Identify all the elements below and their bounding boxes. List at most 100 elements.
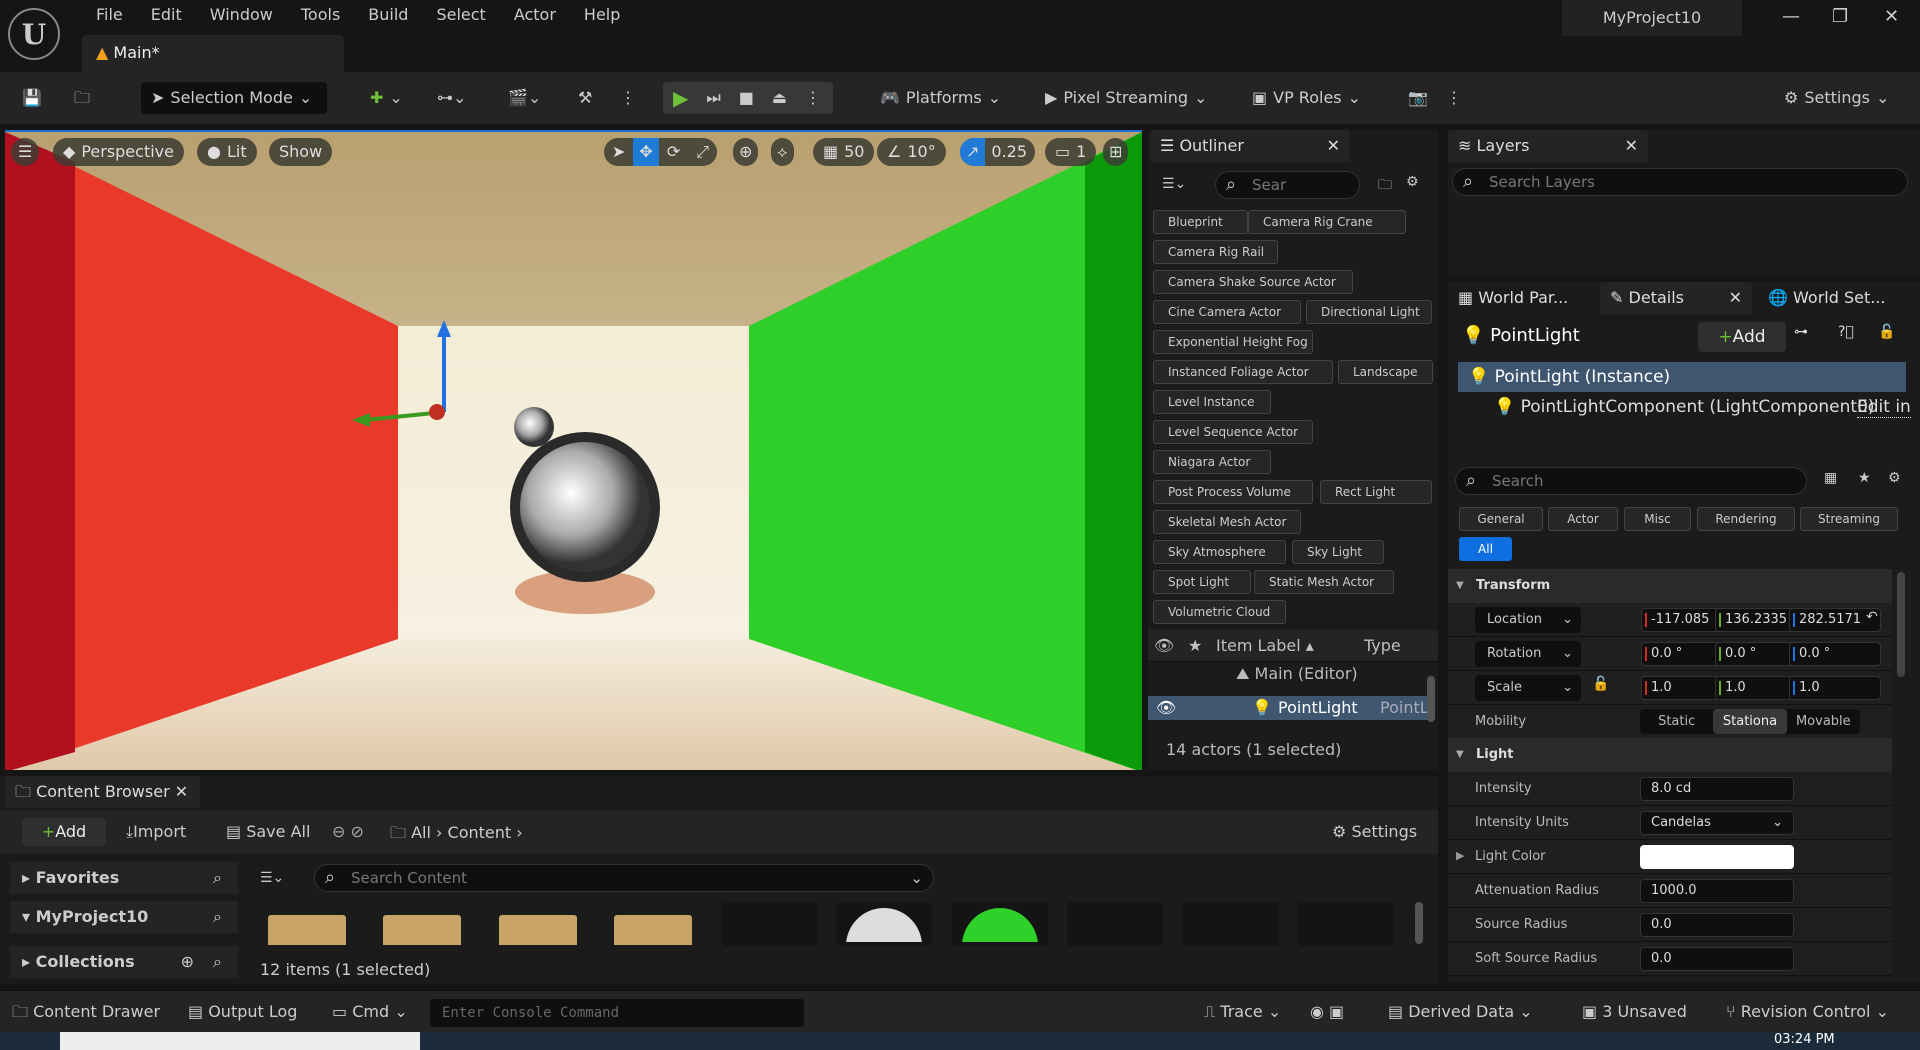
edit-in-link[interactable]: Edit in <box>1857 397 1911 418</box>
restore-icon[interactable]: ❐ <box>1832 6 1848 27</box>
help-icon[interactable]: ?⃝ <box>1838 324 1854 340</box>
menu-help[interactable]: Help <box>570 4 634 26</box>
menu-window[interactable]: Window <box>196 4 287 26</box>
source-radius-input[interactable]: 0.0 <box>1640 913 1794 937</box>
search-icon[interactable]: ⌕ <box>213 946 222 978</box>
breadcrumb-content[interactable]: Content <box>448 823 512 842</box>
visibility-icon[interactable]: 👁 <box>1154 630 1174 662</box>
category-misc[interactable]: Misc <box>1624 507 1691 531</box>
tab-world-partition[interactable]: ▦ World Par... <box>1448 282 1598 314</box>
close-icon[interactable]: ✕ <box>1729 282 1742 314</box>
more-icon[interactable]: ⋮ <box>1446 82 1462 114</box>
category-actor[interactable]: Actor <box>1548 507 1618 531</box>
outliner-filter-chip[interactable]: Sky Light <box>1292 540 1384 564</box>
scale-z[interactable]: 1.0 <box>1789 676 1881 700</box>
grid-snap-button[interactable]: ▦ 50 <box>813 138 875 166</box>
lock-icon[interactable]: 🔓 <box>1878 324 1895 340</box>
rotate-tool-icon[interactable]: ⟳ <box>659 138 688 166</box>
close-icon[interactable]: ✕ <box>175 782 188 801</box>
cinematics-icon[interactable]: 🎬⌄ <box>508 82 541 114</box>
scale-dropdown[interactable]: Scale ⌄ <box>1475 675 1581 701</box>
location-dropdown[interactable]: Location ⌄ <box>1475 607 1581 633</box>
browse-icon[interactable]: 🗀 <box>74 82 90 114</box>
outliner-filter-chip[interactable]: Level Sequence Actor <box>1153 420 1313 444</box>
output-log-button[interactable]: ▤ Output Log <box>188 991 297 1033</box>
asset-thumbnail[interactable] <box>1067 902 1163 946</box>
search-icon[interactable]: ⌕ <box>213 901 222 933</box>
category-all[interactable]: All <box>1459 537 1512 561</box>
outliner-filter-chip[interactable]: Niagara Actor <box>1153 450 1271 474</box>
content-browser-tab[interactable]: 🗀 Content Browser ✕ <box>5 776 200 808</box>
rotation-dropdown[interactable]: Rotation ⌄ <box>1475 641 1581 667</box>
import-button[interactable]: ⤓Import <box>126 822 186 842</box>
close-icon[interactable]: ✕ <box>1327 130 1340 162</box>
outliner-filter-chip[interactable]: Instanced Foliage Actor <box>1153 360 1333 384</box>
gear-icon[interactable]: ⚙ <box>1888 470 1901 486</box>
capture-icon[interactable]: 📷 <box>1408 82 1428 114</box>
unsaved-button[interactable]: ▣ 3 Unsaved <box>1582 991 1687 1033</box>
rotation-z[interactable]: 0.0 ° <box>1789 642 1881 666</box>
intensity-input[interactable]: 8.0 cd <box>1640 777 1794 801</box>
add-collection-icon[interactable]: ⊕ <box>181 946 194 978</box>
visibility-icon[interactable]: 👁 <box>1156 696 1176 720</box>
minimize-icon[interactable]: — <box>1782 6 1800 27</box>
category-general[interactable]: General <box>1459 507 1543 531</box>
settings-button[interactable]: ⚙ Settings ⌄ <box>1784 82 1889 114</box>
world-local-icon[interactable]: ⊕ <box>733 138 759 166</box>
folder-item[interactable] <box>499 915 577 945</box>
selection-mode-dropdown[interactable]: ➤ Selection Mode ⌄ <box>141 82 327 114</box>
rotation-snap-button[interactable]: ∠ 10° <box>877 138 946 166</box>
pixel-streaming-button[interactable]: ▶ Pixel Streaming ⌄ <box>1045 82 1207 114</box>
folder-item[interactable] <box>614 915 692 945</box>
taskbar-search[interactable] <box>60 1032 420 1050</box>
outliner-filter-chip[interactable]: Skeletal Mesh Actor <box>1153 510 1301 534</box>
cmd-dropdown[interactable]: ▭ Cmd ⌄ <box>332 991 408 1033</box>
eject-icon[interactable]: ⏏ <box>772 82 787 114</box>
stop-icon[interactable]: ■ <box>739 82 754 114</box>
scale-snap-button[interactable]: ↗ 0.25 <box>960 138 1036 166</box>
select-tool-icon[interactable]: ➤ <box>604 138 633 166</box>
outliner-filter-chip[interactable]: Camera Rig Crane <box>1248 210 1406 234</box>
outliner-filter-chip[interactable]: Sky Atmosphere <box>1153 540 1286 564</box>
perspective-button[interactable]: ◆ Perspective <box>53 138 184 166</box>
asset-thumbnail[interactable] <box>722 902 818 946</box>
menu-edit[interactable]: Edit <box>137 4 196 26</box>
more-icon[interactable]: ⋮ <box>805 82 821 114</box>
scale-tool-icon[interactable]: ⤢ <box>688 138 717 166</box>
light-color-swatch[interactable] <box>1640 845 1794 869</box>
table-icon[interactable]: ▦ <box>1824 470 1837 486</box>
blueprint-icon[interactable]: ⊶ <box>1794 324 1808 340</box>
new-folder-icon[interactable]: 🗀 <box>1378 174 1392 198</box>
content-settings-button[interactable]: ⚙ Settings <box>1332 822 1417 841</box>
add-actor-icon[interactable]: ✚ ⌄ <box>370 82 403 114</box>
record-icon[interactable]: ◉ ▣ <box>1310 991 1344 1033</box>
modeling-icon[interactable]: ⚒ <box>578 82 592 114</box>
gear-icon[interactable]: ⚙ <box>1406 174 1419 190</box>
intensity-units-dropdown[interactable]: Candelas ⌄ <box>1640 811 1794 835</box>
mobility-static[interactable]: Static <box>1640 709 1713 734</box>
column-item-label[interactable]: Item Label ▴ <box>1216 630 1314 662</box>
outliner-filter-chip[interactable]: Volumetric Cloud <box>1153 600 1286 624</box>
outliner-filter-chip[interactable]: Rect Light <box>1320 480 1432 504</box>
layers-tab[interactable]: ≋ Layers ✕ <box>1448 130 1648 162</box>
add-component-button[interactable]: +Add <box>1698 322 1786 352</box>
outliner-filter-chip[interactable]: Landscape <box>1338 360 1433 384</box>
lock-icon[interactable]: 🔓 <box>1592 676 1609 692</box>
history-back-icon[interactable]: ⊖ ⊘ <box>332 822 364 841</box>
console-input[interactable]: Enter Console Command <box>430 999 804 1027</box>
menu-tools[interactable]: Tools <box>287 4 354 26</box>
favorites-section[interactable]: ▸ Favorites ⌕ <box>10 862 238 894</box>
filter-icon[interactable]: ☰⌄ <box>1162 176 1186 192</box>
mobility-movable[interactable]: Movable <box>1787 709 1860 734</box>
breadcrumb-all[interactable]: All <box>411 823 431 842</box>
level-tab[interactable]: ▲ Main* <box>82 35 344 72</box>
blueprint-icon[interactable]: ⊶⌄ <box>437 82 466 114</box>
attenuation-input[interactable]: 1000.0 <box>1640 879 1794 903</box>
translate-tool-icon[interactable]: ✥ <box>633 138 659 166</box>
project-section[interactable]: ▾ MyProject10 ⌕ <box>10 901 238 933</box>
menu-file[interactable]: File <box>82 4 137 26</box>
outliner-filter-chip[interactable]: Blueprint <box>1153 210 1248 234</box>
layers-search-input[interactable]: Search Layers <box>1452 168 1908 196</box>
star-icon[interactable]: ★ <box>1858 470 1871 486</box>
content-search-input[interactable]: Search Content⌄ <box>314 864 934 892</box>
